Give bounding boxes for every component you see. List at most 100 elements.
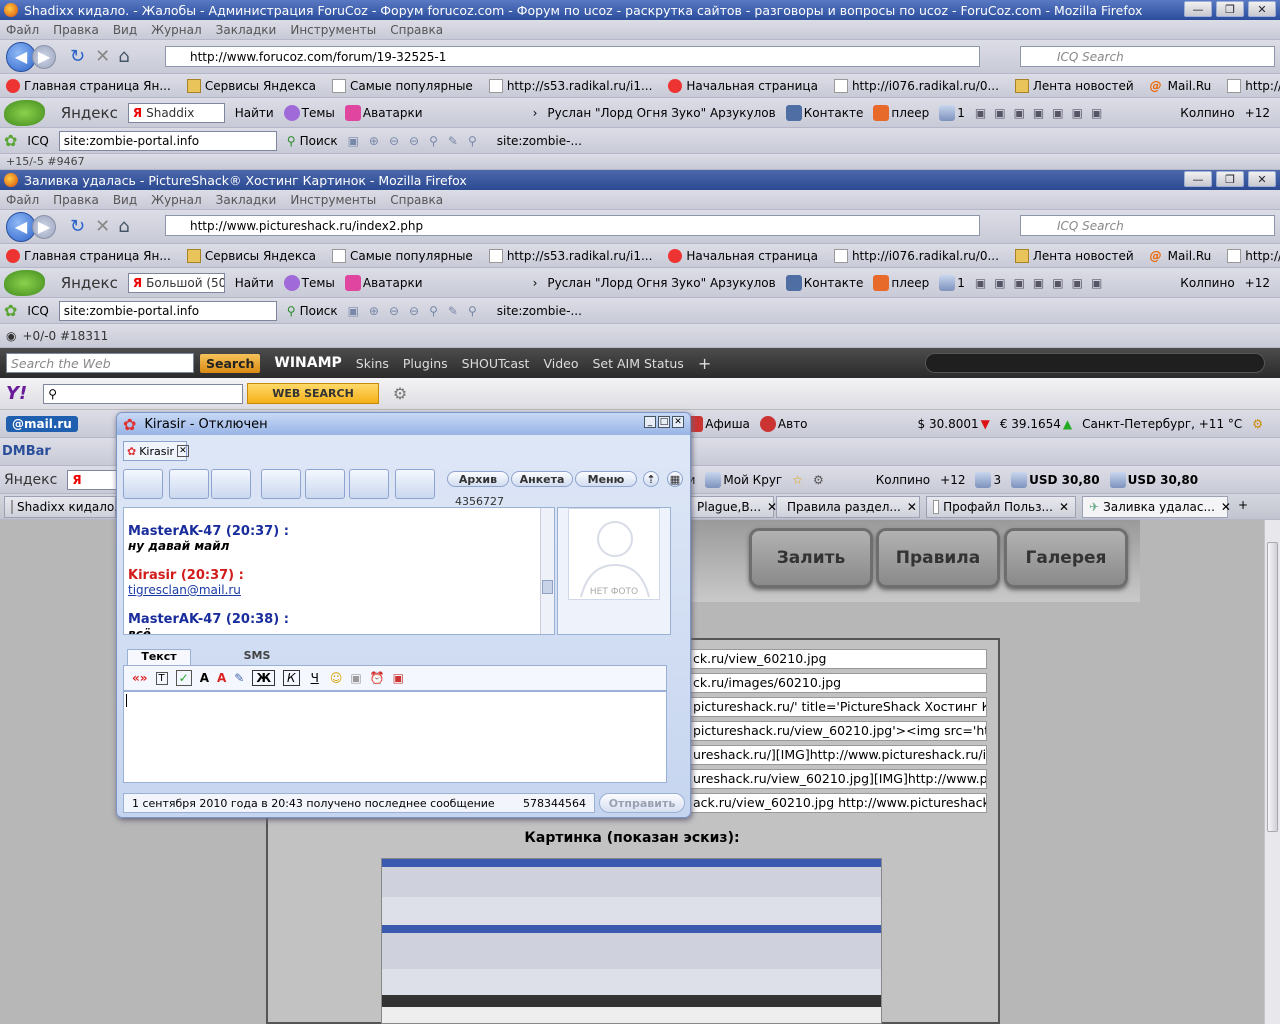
bookmark-yandex-services[interactable]: Сервисы Яндекса <box>186 248 316 263</box>
yandex-logo[interactable]: Яндекс <box>61 104 118 122</box>
winamp-aim-status[interactable]: Set AIM Status <box>592 356 683 371</box>
bookmark-radikal1[interactable]: http://s53.radikal.ru/i1... <box>488 78 652 93</box>
avatars-button[interactable]: Аватарки <box>344 274 423 291</box>
bookmark-radikal2[interactable]: http://i076.radikal.ru/0... <box>833 248 999 263</box>
menu-bookmarks[interactable]: Закладки <box>216 23 277 37</box>
icq-status-button[interactable] <box>395 469 435 499</box>
add-icon[interactable]: + <box>698 354 711 373</box>
bold-button[interactable]: Ж <box>252 670 276 686</box>
minimize-button[interactable]: — <box>1184 171 1212 187</box>
stop-icon[interactable]: ✕ <box>95 46 110 67</box>
yandex-search-input[interactable]: Я Shaddix <box>127 102 225 123</box>
window2-titlebar[interactable]: Заливка удалась - PictureShack® Хостинг … <box>0 170 1280 190</box>
menu-file[interactable]: Файл <box>6 193 39 207</box>
player-button[interactable]: плеер <box>873 274 929 291</box>
icq-message-history[interactable]: MasterAK-47 (20:37) : ну давай майл Kira… <box>123 507 555 635</box>
icq-webcam-button[interactable] <box>169 469 209 499</box>
url-field[interactable]: http://www.forucoz.com/forum/19-32525-1 <box>165 46 980 67</box>
tab-rules[interactable]: Правила раздел... ✕ <box>776 496 920 518</box>
winamp-video[interactable]: Video <box>543 356 578 371</box>
toolbar-icons[interactable]: ▣▣▣▣▣▣▣ <box>975 276 1110 290</box>
close-button[interactable]: ✕ <box>1248 171 1276 187</box>
icq-tool-icons[interactable]: ▣⊕⊖⊖⚲✎⚲ <box>348 304 487 318</box>
icq-archive-button[interactable]: Архив <box>447 471 509 487</box>
city-weather[interactable]: Санкт-Петербург, +11 °С <box>1082 417 1242 431</box>
chevron-right-icon[interactable]: › <box>533 106 538 120</box>
window1-titlebar[interactable]: Shadixx кидало. - Жалобы - Администрация… <box>0 0 1280 20</box>
maximize-button[interactable]: ❐ <box>1216 1 1244 17</box>
mailru-auto[interactable]: Авто <box>759 415 808 432</box>
bookmark-mailru[interactable]: @ Mail.Ru <box>1150 79 1212 93</box>
bookmark-vk[interactable]: http://cs791.vkontakte... <box>1227 78 1280 93</box>
tab-plague[interactable]: Plague,B... ✕ <box>690 496 777 518</box>
bookmark-vk[interactable]: http://cs791.vkontakte... <box>1227 248 1280 263</box>
menu-file[interactable]: Файл <box>6 23 39 37</box>
bookmark-popular[interactable]: Самые популярные <box>332 78 473 93</box>
italic-button[interactable]: К <box>283 670 300 686</box>
winamp-plugins[interactable]: Plugins <box>403 356 448 371</box>
bookmark-radikal1[interactable]: http://s53.radikal.ru/i1... <box>488 248 652 263</box>
bookmark-start[interactable]: Начальная страница <box>668 78 818 93</box>
menu-bookmarks[interactable]: Закладки <box>216 193 277 207</box>
upload-button[interactable]: Залить <box>749 528 873 588</box>
icq-globe-button[interactable] <box>211 469 251 499</box>
icq-site-short[interactable]: site:zombie-... <box>497 134 582 148</box>
icq-site-field[interactable]: site:zombie-portal.info <box>58 130 277 151</box>
star-icon[interactable]: ☆ <box>792 473 803 487</box>
gear-icon[interactable]: ⚙ <box>813 473 824 487</box>
icq-tool-icons[interactable]: ▣⊕⊖⊖⚲✎⚲ <box>348 134 487 148</box>
icq-layout-icon[interactable]: ▦ <box>667 471 683 487</box>
icq-maximize-button[interactable]: □ <box>658 416 670 428</box>
reload-icon[interactable]: ↻ <box>70 46 85 67</box>
icq-tool-button-1[interactable] <box>123 469 163 499</box>
icq-close-button[interactable]: ✕ <box>672 416 684 428</box>
tab-shadixx[interactable]: Shadixx кидало... <box>4 496 126 518</box>
icq-label[interactable]: ICQ <box>27 304 48 318</box>
icq-send-button[interactable]: Отправить <box>599 793 685 813</box>
forward-button[interactable]: ▶ <box>32 44 56 69</box>
insert-icon[interactable]: ▣ <box>393 671 404 685</box>
spellcheck-icon[interactable]: ✓ <box>175 670 192 686</box>
vk-button[interactable]: Контакте <box>785 274 863 291</box>
translit-icon[interactable]: T <box>155 671 168 685</box>
icq-search-button[interactable]: ⚲ Поиск <box>287 134 338 148</box>
menu-tools[interactable]: Инструменты <box>290 193 376 207</box>
quote-button[interactable]: «» <box>132 671 148 685</box>
icq-profile-button[interactable]: Анкета <box>511 471 573 487</box>
maximize-button[interactable]: ❐ <box>1216 171 1244 187</box>
bookmark-news[interactable]: Лента новостей <box>1014 248 1134 263</box>
rules-button[interactable]: Правила <box>876 528 1000 588</box>
icq-site-short[interactable]: site:zombie-... <box>497 304 582 318</box>
dmbar-logo[interactable]: DMBar <box>2 444 51 459</box>
code-field-html-img[interactable]: pictureshack.ru/view_60210.jpg'><img src… <box>690 721 987 741</box>
icq-label[interactable]: ICQ <box>27 134 48 148</box>
menu-history[interactable]: Журнал <box>151 23 202 37</box>
web-search-button[interactable]: Search <box>200 353 261 373</box>
history-scrollbar[interactable] <box>540 508 554 634</box>
icq-message-input[interactable] <box>123 691 667 783</box>
menu-edit[interactable]: Правка <box>53 193 99 207</box>
icq-minimize-button[interactable]: _ <box>644 416 656 428</box>
menu-help[interactable]: Справка <box>390 23 443 37</box>
yahoo-search-input[interactable]: ⚲ <box>43 383 244 404</box>
icq-tab-sms[interactable]: SMS <box>225 649 289 665</box>
bookmark-radikal2[interactable]: http://i076.radikal.ru/0... <box>833 78 999 93</box>
menu-view[interactable]: Вид <box>113 23 137 37</box>
home-icon[interactable]: ⌂ <box>118 216 129 237</box>
mail-button[interactable]: 1 <box>939 104 965 121</box>
weather-label[interactable]: Колпино <box>1180 276 1234 290</box>
close-button[interactable]: ✕ <box>1248 1 1276 17</box>
player-button[interactable]: плеер <box>873 104 929 121</box>
menu-help[interactable]: Справка <box>390 193 443 207</box>
smiley-icon[interactable]: ☺ <box>330 671 343 685</box>
uploaded-thumbnail[interactable] <box>381 858 882 1024</box>
bookmark-yandex[interactable]: Главная страница Ян... <box>6 248 171 263</box>
yahoo-logo[interactable]: Y! <box>6 383 27 404</box>
menu-view[interactable]: Вид <box>113 193 137 207</box>
underline-button[interactable]: Ч <box>308 671 322 685</box>
themes-button[interactable]: Темы <box>283 274 335 291</box>
settings-icon[interactable]: ⚙ <box>1252 417 1263 431</box>
mailru-logo[interactable]: @mail.ru <box>6 415 78 432</box>
page-scrollbar[interactable] <box>1264 520 1280 1024</box>
code-field-bbcode-2[interactable]: ureshack.ru/view_60210.jpg][IMG]http://w… <box>690 769 987 789</box>
